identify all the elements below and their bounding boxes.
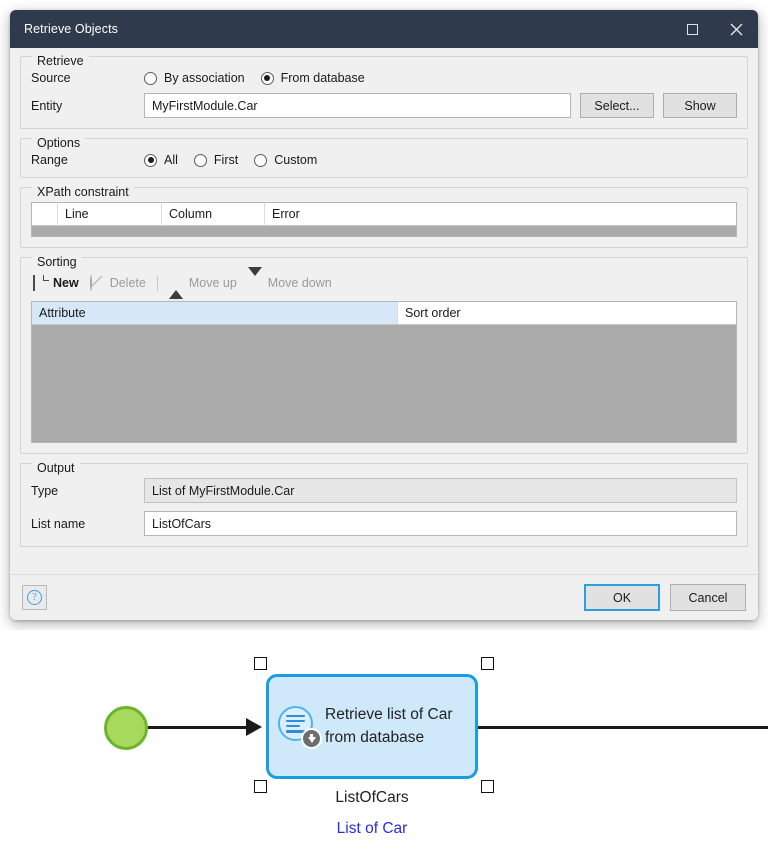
window-controls	[670, 10, 758, 48]
radio-range-all-label: All	[164, 153, 178, 167]
flow-connector-incoming[interactable]	[148, 726, 248, 729]
xpath-table-body-empty	[32, 226, 736, 236]
sorting-delete-button[interactable]: Delete	[88, 274, 155, 291]
sorting-move-up-label: Move up	[188, 276, 237, 290]
range-label: Range	[31, 153, 68, 167]
list-name-input[interactable]: ListOfCars	[144, 511, 737, 536]
range-radio-group: All First Custom	[144, 153, 317, 167]
retrieve-from-database-icon	[277, 705, 322, 749]
sorting-group: Sorting New Delete Move up Move down Att…	[20, 256, 748, 454]
source-label: Source	[31, 71, 71, 85]
activity-caption-type: List of Car	[336, 820, 408, 837]
radio-dot-icon	[254, 153, 268, 167]
sorting-move-up-button[interactable]: Move up	[167, 275, 246, 299]
range-row: Range All First Custom	[31, 153, 737, 167]
radio-dot-icon	[260, 71, 274, 85]
activity-caption-name: ListOfCars	[335, 789, 409, 806]
xpath-group-legend: XPath constraint	[32, 186, 134, 198]
type-label: Type	[31, 483, 59, 498]
output-group-legend: Output	[32, 462, 80, 474]
triangle-down-icon	[247, 266, 263, 291]
selection-handle-bottom-right[interactable]	[481, 780, 494, 793]
source-radio-group: By association From database	[144, 71, 365, 85]
dialog-body: Retrieve Source By association From data…	[10, 48, 758, 574]
sorting-table[interactable]: Attribute Sort order	[31, 301, 737, 443]
radio-range-custom[interactable]: Custom	[254, 153, 317, 167]
radio-range-all[interactable]: All	[144, 153, 178, 167]
start-event-node[interactable]	[104, 706, 148, 750]
sorting-col-attribute[interactable]: Attribute	[32, 302, 398, 325]
radio-by-association-label: By association	[164, 71, 245, 85]
retrieve-activity-node[interactable]: Retrieve list of Car from database	[266, 674, 478, 779]
entity-input[interactable]: MyFirstModule.Car	[144, 93, 571, 118]
close-icon[interactable]	[714, 10, 758, 48]
radio-range-first[interactable]: First	[193, 153, 239, 167]
radio-from-database-label: From database	[280, 71, 365, 85]
sorting-move-down-button[interactable]: Move down	[246, 266, 341, 291]
selection-handle-top-left[interactable]	[254, 657, 267, 670]
radio-from-database[interactable]: From database	[260, 71, 365, 85]
ok-button[interactable]: OK	[584, 584, 660, 611]
sorting-toolbar: New Delete Move up Move down	[31, 266, 737, 299]
radio-dot-icon	[144, 71, 157, 85]
radio-dot-icon	[144, 153, 157, 167]
xpath-col-blank[interactable]	[32, 203, 58, 226]
cancel-button[interactable]: Cancel	[670, 584, 746, 611]
type-row: Type List of MyFirstModule.Car	[31, 478, 737, 503]
dialog-title: Retrieve Objects	[24, 22, 118, 36]
show-button[interactable]: Show	[663, 93, 737, 118]
xpath-col-error[interactable]: Error	[265, 203, 736, 226]
sorting-new-label: New	[53, 276, 79, 290]
source-row: Source By association From database	[31, 71, 737, 85]
retrieve-group-legend: Retrieve	[32, 55, 89, 67]
flow-arrowhead-icon	[246, 718, 262, 736]
xpath-table-header: Line Column Error	[32, 203, 736, 226]
maximize-icon[interactable]	[670, 10, 714, 48]
xpath-col-line[interactable]: Line	[58, 203, 162, 226]
triangle-up-icon	[168, 275, 184, 299]
xpath-constraint-group: XPath constraint Line Column Error	[20, 186, 748, 248]
help-question-icon[interactable]: ?	[22, 585, 47, 610]
list-name-row: List name ListOfCars	[31, 511, 737, 536]
retrieve-group: Retrieve Source By association From data…	[20, 55, 748, 129]
sorting-col-sort-order[interactable]: Sort order	[398, 302, 736, 325]
sorting-table-header: Attribute Sort order	[32, 302, 736, 325]
options-group-legend: Options	[32, 137, 86, 149]
xpath-error-table[interactable]: Line Column Error	[31, 202, 737, 237]
type-value: List of MyFirstModule.Car	[144, 478, 737, 503]
retrieve-objects-dialog: Retrieve Objects Retrieve Source By asso…	[10, 10, 758, 620]
sorting-new-button[interactable]: New	[31, 274, 88, 291]
select-button[interactable]: Select...	[580, 93, 654, 118]
radio-dot-icon	[193, 153, 207, 167]
delete-circle-slash-icon	[89, 274, 105, 291]
options-group: Options Range All First Custom	[20, 137, 748, 178]
xpath-col-column[interactable]: Column	[162, 203, 265, 226]
output-group: Output Type List of MyFirstModule.Car Li…	[20, 462, 748, 547]
sorting-group-legend: Sorting	[32, 256, 82, 268]
radio-range-custom-label: Custom	[274, 153, 318, 167]
sorting-table-body-empty	[32, 325, 736, 442]
radio-range-first-label: First	[213, 153, 239, 167]
sorting-move-down-label: Move down	[267, 276, 332, 290]
flow-connector-outgoing[interactable]	[478, 726, 768, 729]
dialog-footer: ? OK Cancel	[10, 574, 758, 620]
toolbar-divider	[156, 275, 158, 291]
list-name-label: List name	[31, 516, 86, 531]
selection-handle-top-right[interactable]	[481, 657, 494, 670]
entity-label: Entity	[31, 98, 63, 113]
sorting-delete-label: Delete	[109, 276, 146, 290]
new-page-icon	[33, 274, 48, 291]
activity-label: Retrieve list of Car from database	[325, 706, 453, 746]
dialog-titlebar[interactable]: Retrieve Objects	[10, 10, 758, 48]
radio-by-association[interactable]: By association	[144, 71, 245, 85]
entity-row: Entity MyFirstModule.Car Select... Show	[31, 93, 737, 118]
